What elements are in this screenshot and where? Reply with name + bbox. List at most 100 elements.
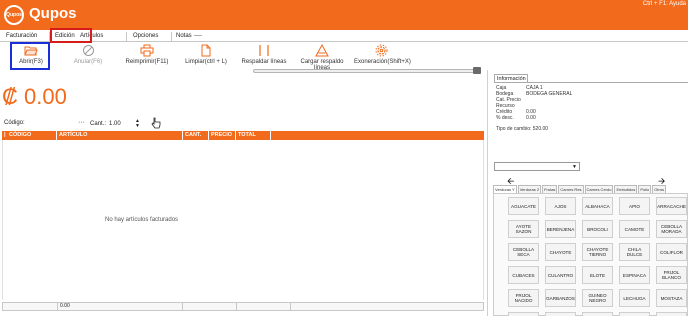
columns-icon — [259, 45, 269, 56]
invoice-grid-body[interactable] — [2, 140, 484, 300]
anular-button[interactable]: Anular(F6) — [70, 44, 106, 65]
product-button[interactable]: PAPA SECUNDA — [619, 312, 650, 316]
col-total[interactable]: TOTAL — [238, 132, 256, 138]
column-divider — [208, 131, 209, 140]
tab-verduras-y[interactable]: Verduras Y — [493, 185, 517, 193]
tab-embutidos[interactable]: Embutidos — [614, 185, 638, 193]
category-dropdown[interactable]: ▼ — [494, 162, 580, 171]
chevron-down-icon: ▼ — [572, 164, 577, 170]
product-button[interactable]: CEBOLLA SECA — [508, 243, 539, 261]
hand-pointer-icon[interactable] — [151, 117, 161, 129]
empty-grid-message: No hay artículos facturados — [105, 217, 179, 223]
menu-facturacion[interactable]: Facturación — [6, 33, 37, 39]
product-button[interactable]: AYOTE SAZON — [508, 220, 539, 238]
limpiar-label: Limpiar(ctrl + L) — [185, 59, 227, 65]
tab-carnes-cerdo[interactable]: Carnes Cerdo — [584, 185, 614, 193]
product-button[interactable]: AGUACATE — [508, 197, 539, 215]
invoice-total: ₡ 0.00 — [2, 84, 67, 110]
product-button[interactable]: BROCOLI — [582, 220, 613, 238]
tab-verduras-2[interactable]: Verduras 2 — [517, 185, 542, 193]
printer-icon — [140, 44, 154, 57]
app-title: Qupos — [29, 5, 77, 22]
tab-otros[interactable]: Otros — [652, 185, 667, 193]
product-button[interactable]: CHAYOTE — [545, 243, 576, 261]
search-code-button[interactable]: ··· — [78, 119, 85, 126]
product-button[interactable]: PALMITO — [582, 312, 613, 316]
column-divider — [235, 131, 236, 140]
column-divider — [182, 131, 183, 140]
total-amount: 0.00 — [24, 84, 67, 109]
currency-symbol: ₡ — [2, 84, 18, 109]
product-button[interactable]: NAMPI — [508, 312, 539, 316]
col-codigo[interactable]: CÓDIGO — [9, 132, 31, 138]
product-button[interactable]: CHAYOTE TIERNO — [582, 243, 613, 261]
toolbar-scroll-track[interactable] — [253, 69, 481, 73]
exchange-rate: Tipo de cambio: 520.00 — [496, 126, 549, 132]
product-button[interactable]: FRIJOL BLANCO — [656, 266, 687, 284]
menu-highlight-box — [50, 28, 92, 43]
product-button[interactable]: CEBOLLA MORADA — [656, 220, 687, 238]
cancel-icon — [82, 45, 94, 56]
tab-frutas[interactable]: Frutas — [542, 185, 558, 193]
new-document-icon — [201, 44, 211, 57]
menu-notas-value: ---- — [194, 33, 202, 39]
product-button[interactable]: LECHUGA — [619, 289, 650, 307]
column-divider — [270, 131, 271, 140]
cantidad-input[interactable]: 1.00 — [109, 121, 121, 127]
title-bar: Qupos Qupos Ctrl + F1: Ayuda — [0, 0, 688, 30]
exoneracion-button[interactable]: Exoneración(Shift+X) — [354, 44, 411, 65]
menu-bar: Facturación Edición Artículos Opciones N… — [0, 31, 688, 42]
product-button[interactable]: AJOS — [545, 197, 576, 215]
product-button[interactable]: ALBAHACA — [582, 197, 613, 215]
reimprimir-button[interactable]: Reimprimir(F11) — [124, 44, 170, 65]
cargar-respaldo-button[interactable]: Cargar respaldo líneas — [293, 44, 351, 71]
qupos-logo-icon: Qupos — [4, 5, 24, 25]
product-button[interactable]: ELOTE — [582, 266, 613, 284]
product-button[interactable]: GARBANZOS — [545, 289, 576, 307]
anular-label: Anular(F6) — [73, 59, 103, 65]
footer-cell — [183, 303, 237, 310]
codigo-label: Código: — [4, 120, 25, 126]
footer-cell — [237, 303, 291, 310]
tab-carnes-res[interactable]: Carnes Res — [558, 185, 584, 193]
info-panel: Caja CAJA 1 Bodega BODEGA GENERAL Cat. P… — [494, 82, 688, 136]
product-button[interactable]: CHILA DULCE — [619, 243, 650, 261]
menu-notas[interactable]: Notas — [176, 33, 192, 39]
panel-divider[interactable] — [487, 70, 488, 316]
product-button[interactable]: MOSTAZA — [656, 289, 687, 307]
product-button[interactable]: FRIJOL NACIDO — [508, 289, 539, 307]
product-button[interactable]: COLIFLOR — [656, 243, 687, 261]
product-button[interactable]: CUBACES — [508, 266, 539, 284]
tab-pollo[interactable]: Pollo — [638, 185, 652, 193]
footer-cell — [3, 303, 58, 310]
menu-separator — [126, 32, 127, 41]
abrir-highlight-box — [10, 42, 50, 70]
respaldar-lineas-button[interactable]: Respaldar líneas — [240, 44, 288, 65]
respaldar-lineas-label: Respaldar líneas — [241, 59, 287, 65]
product-button[interactable]: APIO — [619, 197, 650, 215]
menu-opciones[interactable]: Opciones — [133, 33, 158, 39]
product-button[interactable]: GUINEO NEGRO — [582, 289, 613, 307]
category-tabs: Verduras Y Verduras 2 Frutas Carnes Res Carn… — [493, 185, 667, 193]
cantidad-label: Cant.: — [90, 121, 107, 127]
invoice-grid-header: | CÓDIGO ARTÍCULO CANT. PRECIO TOTAL — [2, 131, 484, 140]
reimprimir-label: Reimprimir(F11) — [125, 59, 169, 65]
product-buttons-area: AGUACATE AJOS ALBAHACA APIO ARRACACHE AYOTE S… — [493, 193, 688, 316]
grid-row-marker: | — [4, 132, 6, 138]
col-precio[interactable]: PRECIO — [211, 132, 232, 138]
product-button[interactable]: CULANTRO — [545, 266, 576, 284]
product-button[interactable]: OREGANO CASTILLA — [545, 312, 576, 316]
col-cant[interactable]: CANT. — [185, 132, 201, 138]
toolbar-scroll-thumb[interactable] — [473, 67, 481, 74]
product-button[interactable]: ARRACACHE — [656, 197, 687, 215]
grid-footer-row: 0.00 — [2, 302, 484, 311]
product-button[interactable]: ESPINACA — [619, 266, 650, 284]
product-button[interactable]: PAPAS — [656, 312, 687, 316]
footer-total-cell: 0.00 — [58, 303, 183, 310]
exoneracion-label: Exoneración(Shift+X) — [354, 59, 411, 65]
quantity-stepper[interactable]: ▲ ▼ — [135, 119, 140, 129]
product-button[interactable]: CAMOTE — [619, 220, 650, 238]
product-button[interactable]: BERENJENA — [545, 220, 576, 238]
col-articulo[interactable]: ARTÍCULO — [59, 132, 87, 138]
limpiar-button[interactable]: Limpiar(ctrl + L) — [184, 44, 228, 65]
